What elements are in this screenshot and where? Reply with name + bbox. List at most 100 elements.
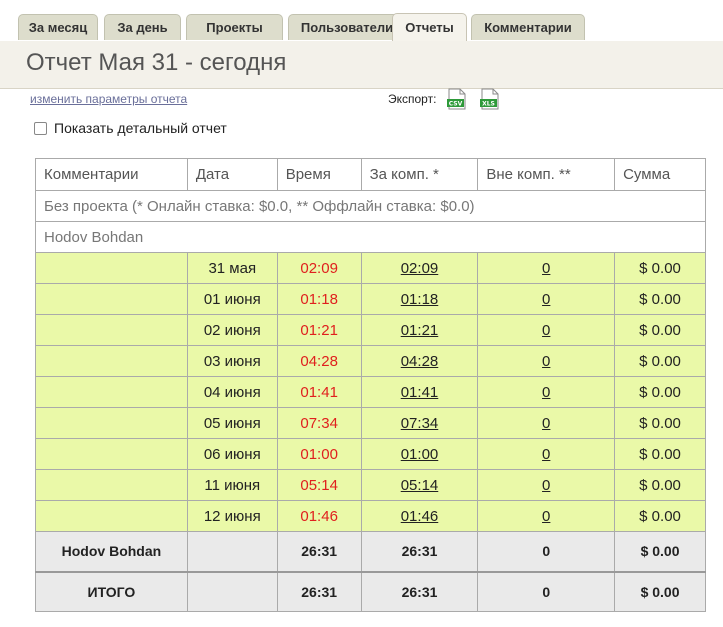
page-header: Отчет Мая 31 - сегодня <box>0 41 723 89</box>
in-comp-cell: 01:00 <box>360 438 479 470</box>
out-comp-cell: 0 <box>477 345 616 377</box>
time-cell: 02:09 <box>276 252 362 284</box>
sum-cell: $ 0.00 <box>614 376 706 408</box>
date-cell: 01 июня <box>186 283 278 315</box>
project-group-row: Без проекта (* Онлайн ставка: $0.0, ** О… <box>35 190 706 222</box>
total-date-cell <box>186 531 278 572</box>
in-comp-cell-link[interactable]: 01:00 <box>401 446 439 463</box>
time-cell: 01:00 <box>276 438 362 470</box>
time-cell: 05:14 <box>276 469 362 501</box>
date-cell: 04 июня <box>186 376 278 408</box>
in-comp-cell: 01:41 <box>360 376 479 408</box>
sum-cell: $ 0.00 <box>614 407 706 439</box>
in-comp-cell: 02:09 <box>360 252 479 284</box>
detail-report-label: Показать детальный отчет <box>54 120 227 136</box>
table-row: 04 июня 01:41 01:41 0 $ 0.00 <box>35 376 706 408</box>
detail-report-checkbox[interactable] <box>34 122 47 135</box>
time-cell: 07:34 <box>276 407 362 439</box>
out-comp-cell-link[interactable]: 0 <box>542 291 550 308</box>
out-comp-cell: 0 <box>477 500 616 532</box>
comment-cell <box>35 438 188 470</box>
out-comp-cell: 0 <box>477 314 616 346</box>
report-table: Комментарии Дата Время За комп. * Вне ко… <box>35 158 706 612</box>
out-comp-cell-link[interactable]: 0 <box>542 446 550 463</box>
csv-export-icon[interactable]: CSV <box>446 88 467 110</box>
table-row: 31 мая 02:09 02:09 0 $ 0.00 <box>35 252 706 284</box>
comment-cell <box>35 283 188 315</box>
tab-projects[interactable]: Проекты <box>186 14 283 40</box>
project-group-label: Без проекта (* Онлайн ставка: $0.0, ** О… <box>35 190 706 222</box>
in-comp-cell-link[interactable]: 01:46 <box>401 508 439 525</box>
total-out-comp-cell: 0 <box>477 570 616 612</box>
total-sum-cell: $ 0.00 <box>614 570 706 612</box>
table-row: 11 июня 05:14 05:14 0 $ 0.00 <box>35 469 706 501</box>
page-title: Отчет Мая 31 - сегодня <box>26 49 287 76</box>
date-cell: 03 июня <box>186 345 278 377</box>
out-comp-cell: 0 <box>477 438 616 470</box>
out-comp-cell-link[interactable]: 0 <box>542 477 550 494</box>
tab-bar: За месяц За день Проекты Пользователи От… <box>0 0 723 41</box>
tab-reports[interactable]: Отчеты <box>392 13 467 41</box>
sum-cell: $ 0.00 <box>614 314 706 346</box>
col-time: Время <box>276 158 362 191</box>
in-comp-cell: 01:46 <box>360 500 479 532</box>
user-group-row: Hodov Bohdan <box>35 221 706 253</box>
sum-cell: $ 0.00 <box>614 252 706 284</box>
total-sum-cell: $ 0.00 <box>614 531 706 572</box>
sum-cell: $ 0.00 <box>614 438 706 470</box>
total-in-comp-cell: 26:31 <box>360 570 479 612</box>
in-comp-cell-link[interactable]: 01:18 <box>401 291 439 308</box>
in-comp-cell-link[interactable]: 07:34 <box>401 415 439 432</box>
tab-comments[interactable]: Комментарии <box>471 14 585 40</box>
export-label: Экспорт: <box>388 92 437 106</box>
date-cell: 11 июня <box>186 469 278 501</box>
in-comp-cell: 01:21 <box>360 314 479 346</box>
col-comments: Комментарии <box>35 158 188 191</box>
comment-cell <box>35 314 188 346</box>
tab-month[interactable]: За месяц <box>18 14 98 40</box>
date-cell: 02 июня <box>186 314 278 346</box>
col-sum: Сумма <box>614 158 706 191</box>
change-params-link[interactable]: изменить параметры отчета <box>30 92 187 106</box>
time-cell: 01:21 <box>276 314 362 346</box>
in-comp-cell-link[interactable]: 01:41 <box>401 384 439 401</box>
total-time-cell: 26:31 <box>276 570 362 612</box>
user-total-row: Hodov Bohdan 26:31 26:31 0 $ 0.00 <box>35 531 706 572</box>
table-header-row: Комментарии Дата Время За комп. * Вне ко… <box>35 158 706 191</box>
tab-day[interactable]: За день <box>104 14 181 40</box>
out-comp-cell-link[interactable]: 0 <box>542 353 550 370</box>
table-row: 05 июня 07:34 07:34 0 $ 0.00 <box>35 407 706 439</box>
sum-cell: $ 0.00 <box>614 500 706 532</box>
total-in-comp-cell: 26:31 <box>360 531 479 572</box>
comment-cell <box>35 407 188 439</box>
grand-total-row: ИТОГО 26:31 26:31 0 $ 0.00 <box>35 570 706 612</box>
in-comp-cell-link[interactable]: 04:28 <box>401 353 439 370</box>
out-comp-cell-link[interactable]: 0 <box>542 322 550 339</box>
time-cell: 01:41 <box>276 376 362 408</box>
time-cell: 04:28 <box>276 345 362 377</box>
out-comp-cell-link[interactable]: 0 <box>542 415 550 432</box>
time-cell: 01:46 <box>276 500 362 532</box>
out-comp-cell-link[interactable]: 0 <box>542 508 550 525</box>
date-cell: 12 июня <box>186 500 278 532</box>
date-cell: 06 июня <box>186 438 278 470</box>
out-comp-cell-link[interactable]: 0 <box>542 260 550 277</box>
col-date: Дата <box>186 158 278 191</box>
xls-export-icon[interactable]: XLS <box>479 88 500 110</box>
time-cell: 01:18 <box>276 283 362 315</box>
in-comp-cell-link[interactable]: 02:09 <box>401 260 439 277</box>
out-comp-cell-link[interactable]: 0 <box>542 384 550 401</box>
tab-users[interactable]: Пользователи <box>288 14 406 40</box>
in-comp-cell: 01:18 <box>360 283 479 315</box>
total-time-cell: 26:31 <box>276 531 362 572</box>
table-row: 12 июня 01:46 01:46 0 $ 0.00 <box>35 500 706 532</box>
in-comp-cell-link[interactable]: 05:14 <box>401 477 439 494</box>
total-date-cell <box>186 570 278 612</box>
comment-cell <box>35 252 188 284</box>
in-comp-cell-link[interactable]: 01:21 <box>401 322 439 339</box>
total-label-cell: ИТОГО <box>35 570 188 612</box>
table-row: 01 июня 01:18 01:18 0 $ 0.00 <box>35 283 706 315</box>
out-comp-cell: 0 <box>477 376 616 408</box>
in-comp-cell: 04:28 <box>360 345 479 377</box>
out-comp-cell: 0 <box>477 252 616 284</box>
